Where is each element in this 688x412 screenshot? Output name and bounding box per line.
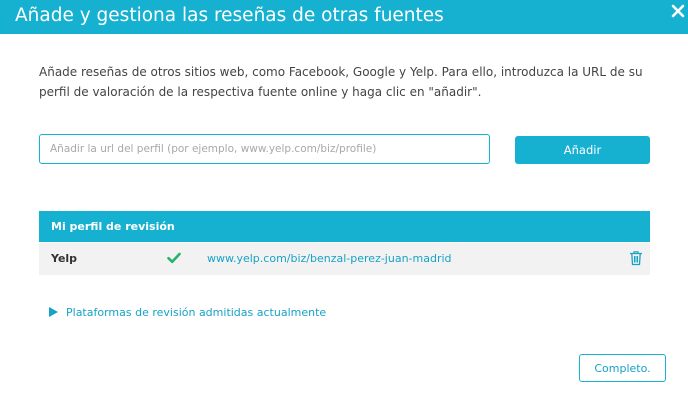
trash-icon[interactable] (629, 250, 643, 266)
review-source-name: Yelp (51, 252, 78, 265)
done-button[interactable]: Completo. (579, 354, 666, 382)
dialog-description: Añade reseñas de otros sitios web, como … (39, 65, 643, 99)
table-row: Yelp www.yelp.com/biz/benzal-perez-juan-… (39, 243, 650, 275)
profiles-table-header: Mi perfil de revisión (39, 211, 650, 242)
close-icon (671, 4, 685, 18)
close-button[interactable] (670, 2, 686, 20)
add-button[interactable]: Añadir (515, 136, 650, 164)
dialog-title: Añade y gestiona las reseñas de otras fu… (15, 5, 444, 26)
review-profile-link[interactable]: www.yelp.com/biz/benzal-perez-juan-madri… (207, 252, 452, 265)
check-icon (167, 252, 181, 264)
supported-platforms-label: Plataformas de revisión admitidas actual… (66, 305, 327, 319)
triangle-right-icon (49, 307, 58, 317)
dialog-header: Añade y gestiona las reseñas de otras fu… (0, 0, 688, 34)
supported-platforms-toggle[interactable]: Plataformas de revisión admitidas actual… (49, 304, 326, 320)
profiles-table-header-label: Mi perfil de revisión (51, 220, 175, 233)
profile-url-input[interactable] (39, 134, 490, 164)
